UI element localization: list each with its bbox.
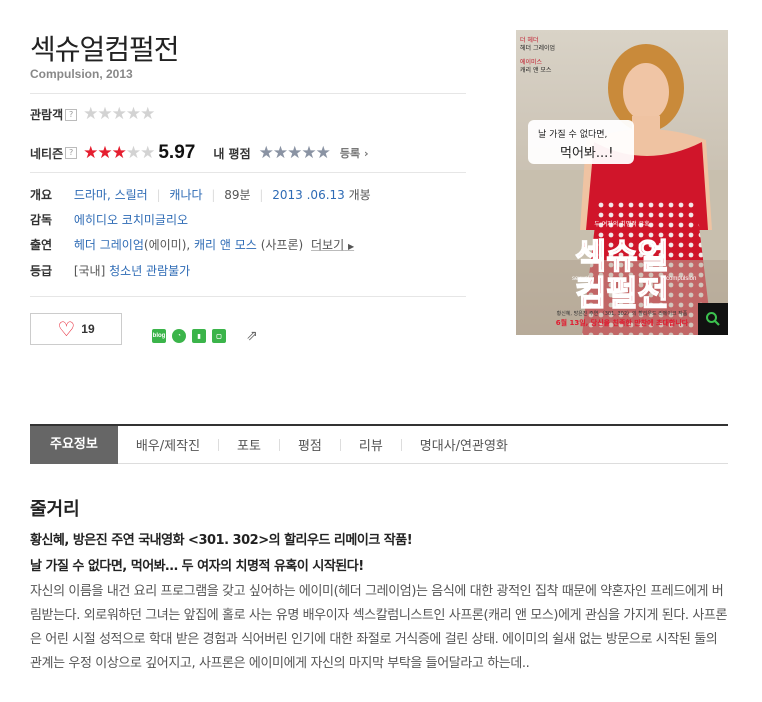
grade-label: 등급 — [30, 264, 53, 278]
divider — [30, 296, 466, 297]
grade-row: 등급 [국내] 청소년 관람불가 — [30, 262, 190, 279]
tab-main-info[interactable]: 주요정보 — [30, 425, 118, 464]
svg-text:sexual: sexual — [572, 276, 589, 282]
tab-reviews[interactable]: 리뷰 — [341, 435, 401, 454]
synopsis-tagline: 날 가질 수 없다면, 먹어봐… 두 여자의 치명적 유혹이 시작된다! — [30, 559, 364, 574]
genre-link[interactable]: 스릴러 — [115, 188, 148, 202]
release-date-link[interactable]: 2013 .06.13 — [272, 188, 345, 202]
tab-photo[interactable]: 포토 — [219, 435, 279, 454]
overview-row: 개요 드라마, 스릴러 | 캐나다 | 89분 | 2013 .06.13 개봉 — [30, 188, 371, 202]
svg-text:두 여자의 치명적 유혹: 두 여자의 치명적 유혹 — [594, 220, 650, 228]
runtime: 89분 — [224, 188, 251, 202]
cast-link[interactable]: 캐리 앤 모스 — [194, 238, 257, 252]
svg-text:compulsion: compulsion — [666, 276, 696, 282]
blog-share-icon[interactable]: blog — [152, 329, 166, 343]
release-suffix: 개봉 — [348, 188, 371, 202]
netizen-stars: ★★★★★ — [83, 142, 155, 163]
movie-title: 섹슈얼컴펄전 — [30, 33, 180, 66]
cast-role: (사프론) — [260, 238, 304, 252]
bookmark-share-icon[interactable]: ▮ — [192, 329, 206, 343]
director-link[interactable]: 에히디오 코치미글리오 — [74, 213, 188, 227]
synopsis-tagline: 황신혜, 방은진 주연 국내영화 <301. 302>의 할리우드 리메이크 작… — [30, 533, 413, 548]
svg-text:헤더 그레이엄: 헤더 그레이엄 — [520, 44, 555, 52]
chevron-right-icon: › — [363, 147, 369, 160]
memo-share-icon[interactable]: ▢ — [212, 329, 226, 343]
netizen-label: 네티즌 — [30, 146, 64, 161]
cast-link[interactable]: 헤더 그레이엄 — [74, 238, 144, 252]
cast-label: 출연 — [30, 238, 53, 252]
netizen-score: 5.97 — [158, 142, 196, 163]
genre-link[interactable]: 드라마 — [74, 188, 107, 202]
poster-image: 날 가질 수 없다면, 먹어봐...! 더 헤더 헤더 그레이엄 에이미스 캐리… — [516, 30, 728, 335]
grade-link[interactable]: 청소년 관람불가 — [109, 264, 190, 278]
my-rating-stars[interactable]: ★★★★★ — [259, 144, 331, 162]
svg-text:더 헤더: 더 헤더 — [520, 36, 538, 44]
synopsis-heading: 줄거리 — [30, 499, 80, 520]
movie-poster[interactable]: 날 가질 수 없다면, 먹어봐...! 더 헤더 헤더 그레이엄 에이미스 캐리… — [516, 30, 728, 335]
poster-title-1: 섹슈얼 — [575, 237, 669, 277]
director-label: 감독 — [30, 213, 53, 227]
director-row: 감독 에히디오 코치미글리오 — [30, 211, 188, 228]
audience-rating: 관람객 ? ★★★★★ — [30, 104, 155, 124]
tab-bar: 주요정보 배우/제작진 포토 평점 리뷰 명대사/연관영화 — [30, 424, 728, 464]
divider — [30, 172, 466, 173]
svg-text:캐리 앤 모스: 캐리 앤 모스 — [520, 66, 552, 74]
svg-text:황신혜, 방은진 주연 〈301, 302〉의 할리우드 리: 황신혜, 방은진 주연 〈301, 302〉의 할리우드 리메이크 작품 — [557, 310, 688, 317]
tab-cast-crew[interactable]: 배우/제작진 — [118, 435, 218, 454]
poster-bubble-1: 날 가질 수 없다면, — [538, 128, 607, 140]
tab-quotes-related[interactable]: 명대사/연관영화 — [402, 435, 526, 454]
share-icons: blog ◔ ▮ ▢ ⇗ — [152, 328, 258, 344]
zoom-button[interactable] — [698, 303, 728, 335]
like-count: 19 — [81, 322, 95, 336]
grade-region: [국내] — [73, 264, 106, 278]
svg-text:6월 13일, 당신을 친족한 만찬에 초대합니다: 6월 13일, 당신을 친족한 만찬에 초대합니다 — [556, 318, 689, 327]
like-button[interactable]: ♡ 19 — [30, 313, 122, 345]
my-rating-label: 내 평점 — [213, 146, 251, 161]
audience-label: 관람객 — [30, 108, 64, 122]
caret-right-icon: ▶ — [347, 242, 355, 251]
help-icon[interactable]: ? — [65, 147, 78, 159]
overview-label: 개요 — [30, 188, 53, 202]
country-link[interactable]: 캐나다 — [169, 188, 202, 202]
svg-text:에이미스: 에이미스 — [520, 58, 543, 66]
poster-bubble-2: 먹어봐...! — [560, 146, 614, 161]
heart-icon: ♡ — [57, 317, 76, 341]
cast-row: 출연 헤더 그레이엄(에이미), 캐리 앤 모스 (사프론) 더보기 ▶ — [30, 238, 355, 252]
synopsis-body: 자신의 이름을 내건 요리 프로그램을 갖고 싶어하는 에이미(헤더 그레이엄)… — [30, 584, 728, 671]
search-icon — [706, 312, 720, 326]
tab-ratings[interactable]: 평점 — [280, 435, 340, 454]
share-icon[interactable]: ⇗ — [246, 328, 258, 344]
netizen-rating: 네티즌 ? ★★★★★ 5.97 내 평점 ★★★★★ 등록 › — [30, 142, 368, 164]
talk-share-icon[interactable]: ◔ — [172, 329, 186, 343]
movie-subtitle: Compulsion, 2013 — [30, 67, 133, 81]
help-icon[interactable]: ? — [65, 108, 78, 121]
cast-role: (에이미) — [143, 238, 187, 252]
register-rating-link[interactable]: 등록 › — [340, 145, 369, 161]
more-cast-link[interactable]: 더보기 ▶ — [311, 238, 354, 252]
audience-stars: ★★★★★ — [83, 104, 155, 124]
divider — [30, 93, 466, 94]
